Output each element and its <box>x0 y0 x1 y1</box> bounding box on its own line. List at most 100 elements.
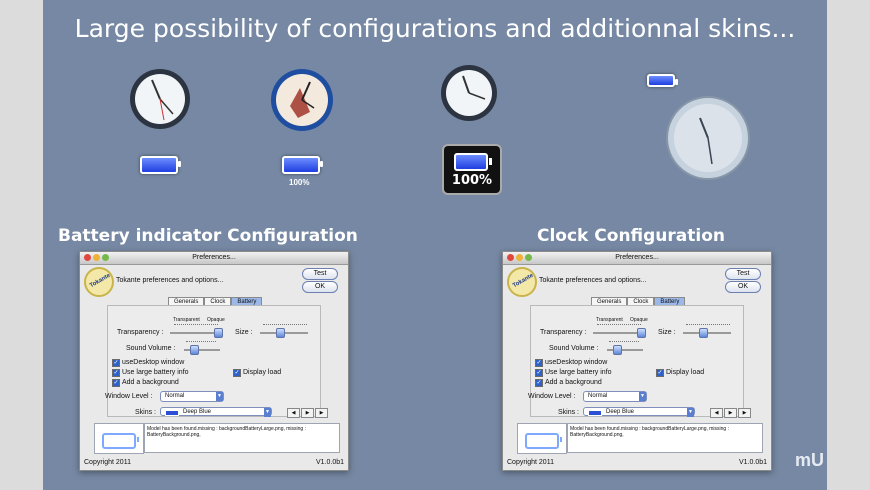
transparency-label: Transparency : <box>117 329 164 336</box>
zoom-button[interactable] <box>102 254 109 261</box>
status-message: Model has been found.missing : backgroun… <box>144 423 340 453</box>
skin-next-button[interactable]: ▶ <box>738 408 751 418</box>
checkbox-large-battery-label: Use large battery info <box>545 369 612 376</box>
checkbox-large-battery[interactable]: ✓ <box>112 369 120 377</box>
window-level-value: Normal <box>165 393 185 399</box>
preferences-window-clock: Preferences... Tokante Tokante preferenc… <box>502 251 772 471</box>
checkbox-display-load[interactable]: ✓ <box>656 369 664 377</box>
size-knob[interactable] <box>699 328 708 338</box>
version: V1.0.0b1 <box>316 459 345 466</box>
skin-next-button[interactable]: ▶ <box>315 408 328 418</box>
checkbox-large-battery[interactable]: ✓ <box>535 369 543 377</box>
checkbox-display-load[interactable]: ✓ <box>233 369 241 377</box>
checkbox-use-desktop[interactable]: ✓ <box>535 359 543 367</box>
status-message: Model has been found.missing : backgroun… <box>567 423 763 453</box>
skins-label: Skins : <box>135 409 157 416</box>
chevron-down-icon: ▼ <box>264 408 271 417</box>
size-label: Size : <box>235 329 253 336</box>
test-button[interactable]: Test <box>302 268 338 280</box>
sound-volume-knob[interactable] <box>613 345 622 355</box>
minimize-button[interactable] <box>516 254 523 261</box>
window-level-select[interactable]: Normal ▼ <box>160 391 224 402</box>
skins-value: Deep Blue <box>606 409 635 415</box>
test-button[interactable]: Test <box>725 268 761 280</box>
window-level-select[interactable]: Normal ▼ <box>583 391 647 402</box>
skin-prev-button[interactable]: ◀ <box>710 408 723 418</box>
skin-play-button[interactable]: ▶ <box>301 408 314 418</box>
skins-select[interactable]: Deep Blue ▼ <box>583 407 695 417</box>
copyright: Copyright 2011 <box>84 459 131 466</box>
chevron-down-icon: ▼ <box>216 392 223 401</box>
window-titlebar: Preferences... <box>503 252 771 265</box>
window-title: Preferences... <box>615 254 659 261</box>
size-ticks <box>263 324 307 328</box>
transparent-label: Transparent <box>596 317 623 323</box>
checkbox-display-load-label: Display load <box>666 369 705 376</box>
battery-indicator-2 <box>282 156 323 174</box>
copyright: Copyright 2011 <box>507 459 554 466</box>
skin-preview-icon <box>588 410 602 416</box>
clock-skin-small <box>440 64 498 122</box>
sound-volume-label: Sound Volume : <box>549 345 599 352</box>
checkbox-use-desktop[interactable]: ✓ <box>112 359 120 367</box>
preview-battery-nub <box>137 437 139 442</box>
preview-battery-nub <box>560 437 562 442</box>
battery-indicator-large: 100% <box>442 144 502 195</box>
chevron-down-icon: ▼ <box>687 408 694 417</box>
watermark-logo: mU <box>795 450 825 470</box>
battery-cell <box>454 153 488 171</box>
logo-text: Tokante <box>512 272 535 290</box>
checkbox-large-battery-label: Use large battery info <box>122 369 189 376</box>
transparent-label: Transparent <box>173 317 200 323</box>
skins-value: Deep Blue <box>183 409 212 415</box>
battery-percent-small: 100% <box>289 178 310 187</box>
opaque-label: Opaque <box>630 317 648 323</box>
tokante-logo: Tokante <box>84 267 114 297</box>
skin-play-button[interactable]: ▶ <box>724 408 737 418</box>
clock-skin-blue-art <box>270 68 334 132</box>
promo-stage: Large possibility of configurations and … <box>43 0 827 490</box>
ok-button[interactable]: OK <box>302 281 338 293</box>
transparency-knob[interactable] <box>214 328 223 338</box>
size-knob[interactable] <box>276 328 285 338</box>
tokante-logo: Tokante <box>507 267 537 297</box>
skin-prev-button[interactable]: ◀ <box>287 408 300 418</box>
opaque-label: Opaque <box>207 317 225 323</box>
sound-volume-knob[interactable] <box>190 345 199 355</box>
preferences-heading: Tokante preferences and options... <box>116 277 224 284</box>
battery-percent-large: 100% <box>451 173 493 188</box>
preferences-window-battery: Preferences... Tokante Tokante preferenc… <box>79 251 349 471</box>
checkbox-add-background-label: Add a background <box>122 379 179 386</box>
clock-skin-translucent <box>666 96 750 180</box>
checkbox-display-load-label: Display load <box>243 369 282 376</box>
close-button[interactable] <box>84 254 91 261</box>
battery-indicator-1 <box>140 156 181 174</box>
size-label: Size : <box>658 329 676 336</box>
transparency-ticks <box>174 324 218 328</box>
window-titlebar: Preferences... <box>80 252 348 265</box>
preferences-heading: Tokante preferences and options... <box>539 277 647 284</box>
transparency-knob[interactable] <box>637 328 646 338</box>
window-title: Preferences... <box>192 254 236 261</box>
version: V1.0.0b1 <box>739 459 768 466</box>
checkbox-add-background-label: Add a background <box>545 379 602 386</box>
minimize-button[interactable] <box>93 254 100 261</box>
checkbox-use-desktop-label: useDesktop window <box>545 359 608 366</box>
close-button[interactable] <box>507 254 514 261</box>
skins-label: Skins : <box>558 409 580 416</box>
ok-button[interactable]: OK <box>725 281 761 293</box>
size-ticks <box>686 324 730 328</box>
skin-preview-box <box>94 423 144 454</box>
window-level-label: Window Level : <box>105 393 153 400</box>
window-level-label: Window Level : <box>528 393 576 400</box>
skin-preview-icon <box>165 410 179 416</box>
section-title-clock: Clock Configuration <box>537 226 726 246</box>
checkbox-add-background[interactable]: ✓ <box>112 379 120 387</box>
zoom-button[interactable] <box>525 254 532 261</box>
logo-text: Tokante <box>89 272 112 290</box>
headline: Large possibility of configurations and … <box>74 14 796 43</box>
clock-skin-white <box>129 68 191 130</box>
skins-select[interactable]: Deep Blue ▼ <box>160 407 272 417</box>
checkbox-add-background[interactable]: ✓ <box>535 379 543 387</box>
battery-nub <box>489 158 492 165</box>
